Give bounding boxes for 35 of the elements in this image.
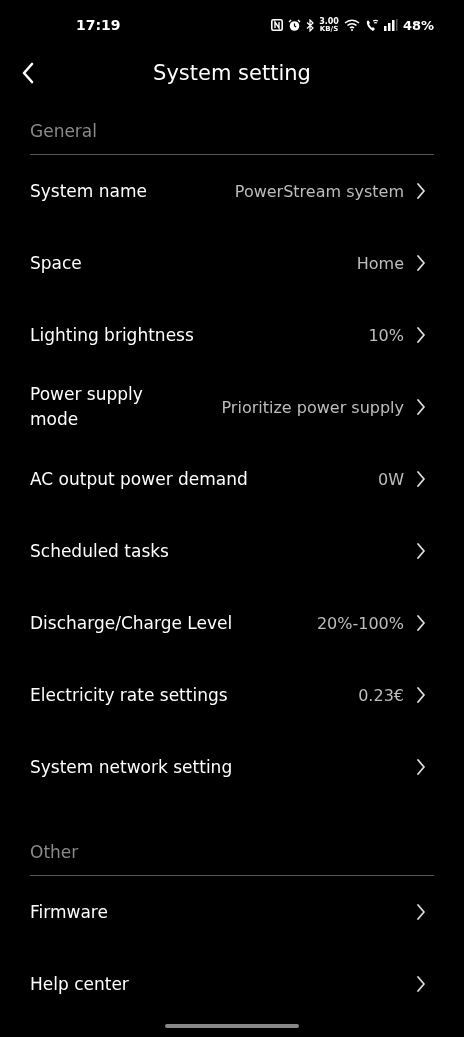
chevron-icon	[416, 326, 426, 344]
settings-row[interactable]: System name PowerStream system	[30, 155, 434, 227]
settings-row[interactable]: Space Home	[30, 227, 434, 299]
chevron-icon	[416, 975, 426, 993]
chevron-icon	[416, 254, 426, 272]
chevron-icon	[416, 182, 426, 200]
section-heading: General	[30, 120, 98, 143]
back-button[interactable]	[22, 62, 34, 84]
settings-row[interactable]: Power supply mode Prioritize power supply	[30, 371, 434, 443]
speed-value: 3.00	[319, 17, 339, 26]
section-heading: Other	[30, 841, 80, 864]
chevron-icon	[416, 542, 426, 560]
status-time: 17:19	[76, 17, 121, 33]
wifi-icon	[343, 19, 360, 31]
chevron-icon	[416, 686, 426, 704]
settings-row[interactable]: Lighting brightness 10%	[30, 299, 434, 371]
settings-row[interactable]: Discharge/Charge Level 20%-100%	[30, 587, 434, 659]
settings-row[interactable]: AC output power demand 0W	[30, 443, 434, 515]
bluetooth-icon	[306, 18, 315, 32]
nfc-icon	[271, 19, 284, 31]
settings-row[interactable]: Scheduled tasks	[30, 515, 434, 587]
alarm-icon	[288, 18, 302, 32]
chevron-icon	[416, 470, 426, 488]
chevron-icon	[416, 614, 426, 632]
settings-row[interactable]: Firmware	[30, 876, 434, 948]
chevron-icon	[416, 758, 426, 776]
settings-row[interactable]: System network setting	[30, 731, 434, 803]
wifi-call-icon	[364, 18, 379, 32]
chevron-icon	[416, 398, 426, 416]
chevron-icon	[416, 903, 426, 921]
settings-row[interactable]: Help center	[30, 948, 434, 1020]
page-title: System setting	[153, 61, 311, 85]
signal-icon	[383, 19, 398, 31]
battery-level: 48%	[402, 17, 434, 33]
settings-row[interactable]: Electricity rate settings 0.23€	[30, 659, 434, 731]
